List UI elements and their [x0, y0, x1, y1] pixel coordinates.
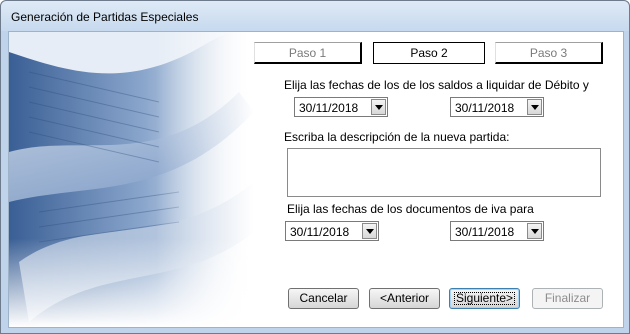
debit-dates-label: Elija las fechas de los de los saldos a …	[284, 78, 589, 92]
focus-rectangle	[454, 292, 515, 305]
next-button[interactable]: Siguiente>	[449, 288, 520, 309]
window-title: Generación de Partidas Especiales	[11, 10, 199, 24]
finish-button: Finalizar	[532, 288, 603, 309]
debit-date-to-select[interactable]: 30/11/2018	[450, 97, 544, 117]
chevron-down-icon[interactable]	[371, 99, 386, 115]
iva-date-to-select[interactable]: 30/11/2018	[450, 221, 544, 241]
description-textarea[interactable]	[287, 148, 601, 197]
chevron-down-icon[interactable]	[362, 223, 377, 239]
iva-date-from-value: 30/11/2018	[290, 225, 350, 239]
back-button[interactable]: <Anterior	[369, 288, 440, 309]
title-bar[interactable]: Generación de Partidas Especiales	[1, 1, 629, 31]
iva-dates-label: Elija las fechas de los documentos de iv…	[287, 202, 534, 216]
debit-date-from-select[interactable]: 30/11/2018	[294, 97, 388, 117]
decorative-book-image	[9, 32, 254, 327]
iva-date-to-value: 30/11/2018	[455, 225, 515, 239]
tab-paso-1[interactable]: Paso 1	[254, 42, 362, 64]
debit-date-to-value: 30/11/2018	[455, 101, 515, 115]
chevron-down-icon[interactable]	[527, 99, 542, 115]
cancel-button[interactable]: Cancelar	[288, 288, 359, 309]
chevron-down-icon[interactable]	[527, 223, 542, 239]
tab-paso-3[interactable]: Paso 3	[495, 42, 603, 64]
iva-date-from-select[interactable]: 30/11/2018	[285, 221, 379, 241]
dialog-client-area: Paso 1 Paso 2 Paso 3 Elija las fechas de…	[8, 31, 624, 328]
debit-date-from-value: 30/11/2018	[299, 101, 359, 115]
dialog-window: Generación de Partidas Especiales Paso 1…	[0, 0, 630, 334]
tab-paso-2[interactable]: Paso 2	[373, 42, 485, 64]
description-label: Escriba la descripción de la nueva parti…	[284, 130, 510, 144]
